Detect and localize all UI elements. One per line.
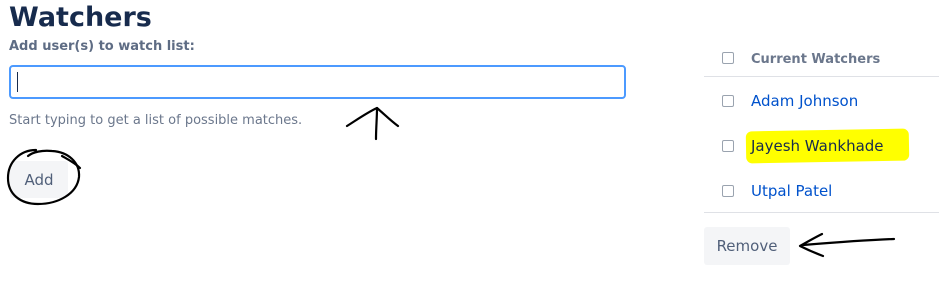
arrow-left-mark bbox=[798, 232, 896, 258]
watchers-dialog: Watchers Add user(s) to watch list: Star… bbox=[0, 0, 939, 299]
annotation-layer bbox=[6, 106, 896, 258]
arrow-up-mark bbox=[345, 106, 400, 141]
circle-mark bbox=[6, 148, 82, 206]
